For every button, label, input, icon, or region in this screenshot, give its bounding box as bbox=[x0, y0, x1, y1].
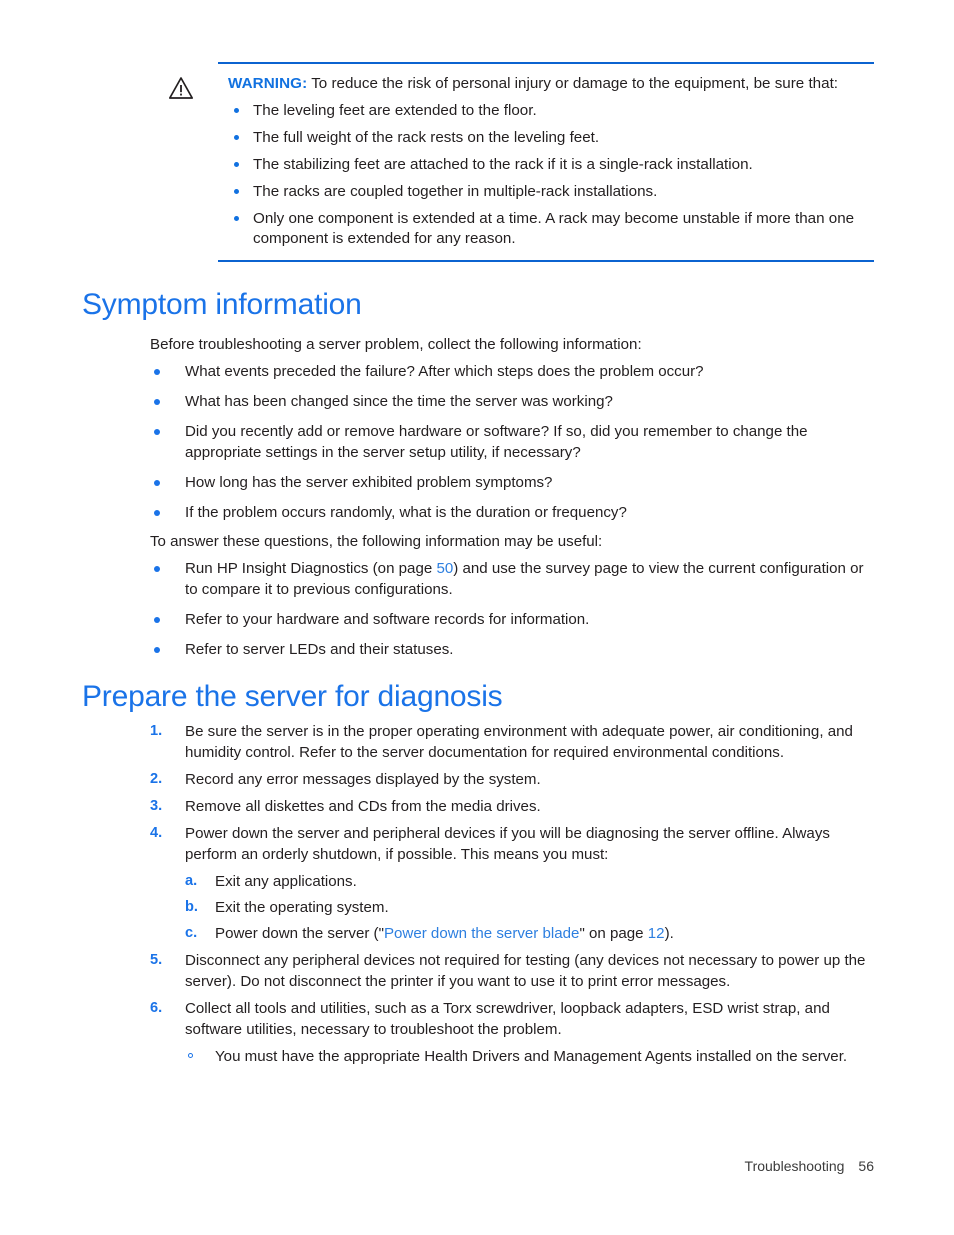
list-item-text: Did you recently add or remove hardware … bbox=[185, 423, 808, 461]
list-item: How long has the server exhibited proble… bbox=[150, 472, 874, 493]
step-number: 4. bbox=[150, 825, 163, 841]
list-item: Refer to your hardware and software reco… bbox=[150, 609, 874, 630]
prepare-substeps-list: a. Exit any applications. b. Exit the op… bbox=[185, 871, 874, 944]
list-item: Run HP Insight Diagnostics (on page 50) … bbox=[150, 558, 874, 600]
step-text: Record any error messages displayed by t… bbox=[185, 771, 541, 788]
list-item-text: What has been changed since the time the… bbox=[185, 393, 613, 410]
list-item-text: If the problem occurs randomly, what is … bbox=[185, 504, 627, 521]
page-reference-link-12[interactable]: 12 bbox=[648, 925, 665, 942]
substep-text-post: ). bbox=[664, 925, 674, 942]
symptom-question-list: What events preceded the failure? After … bbox=[150, 361, 874, 532]
document-page: WARNING: To reduce the risk of personal … bbox=[0, 0, 954, 1235]
step-number: 3. bbox=[150, 798, 163, 814]
step-item-4: 4. Power down the server and peripheral … bbox=[150, 823, 874, 944]
list-item-text: How long has the server exhibited proble… bbox=[185, 474, 553, 491]
step-item-6: 6. Collect all tools and utilities, such… bbox=[150, 998, 874, 1067]
bullet-icon bbox=[234, 134, 240, 140]
symptom-useful-info-list: Run HP Insight Diagnostics (on page 50) … bbox=[150, 558, 874, 669]
step-text: Be sure the server is in the proper oper… bbox=[185, 723, 853, 761]
bullet-icon bbox=[234, 188, 240, 194]
warning-admonition: WARNING: To reduce the risk of personal … bbox=[168, 62, 874, 262]
substep-letter: a. bbox=[185, 873, 198, 889]
step-number: 5. bbox=[150, 952, 163, 968]
warning-lead-line: WARNING: To reduce the risk of personal … bbox=[218, 73, 874, 94]
page-reference-link-50[interactable]: 50 bbox=[436, 560, 453, 577]
substep-text-pre: Power down the server (" bbox=[215, 925, 384, 942]
symptom-answer-intro-paragraph: To answer these questions, the following… bbox=[150, 533, 603, 550]
warning-list-item: Only one component is extended at a time… bbox=[218, 209, 874, 250]
warning-lead-text: To reduce the risk of personal injury or… bbox=[311, 75, 839, 92]
substep-text: Exit the operating system. bbox=[215, 899, 389, 916]
step-number: 1. bbox=[150, 723, 163, 739]
list-item-text: Refer to server LEDs and their statuses. bbox=[185, 641, 454, 658]
step-text: Power down the server and peripheral dev… bbox=[185, 825, 830, 863]
list-item-text: Refer to your hardware and software reco… bbox=[185, 611, 590, 628]
bullet-icon bbox=[234, 215, 240, 221]
bullet-icon bbox=[234, 161, 240, 167]
warning-item-text: The full weight of the rack rests on the… bbox=[253, 128, 600, 146]
step-text: Disconnect any peripheral devices not re… bbox=[185, 952, 866, 990]
warning-item-text: The leveling feet are extended to the fl… bbox=[253, 101, 537, 119]
bullet-icon bbox=[154, 646, 161, 653]
warning-label: WARNING: bbox=[228, 75, 308, 92]
bullet-icon bbox=[234, 107, 240, 113]
warning-list-item: The racks are coupled together in multip… bbox=[218, 182, 874, 203]
bullet-icon bbox=[154, 368, 161, 375]
footer-chapter-name: Troubleshooting bbox=[744, 1158, 845, 1174]
step-item-1: 1. Be sure the server is in the proper o… bbox=[150, 721, 874, 763]
list-item-text: What events preceded the failure? After … bbox=[185, 363, 704, 380]
substep-item-c: c. Power down the server ("Power down the… bbox=[185, 923, 874, 944]
list-item: What events preceded the failure? After … bbox=[150, 361, 874, 382]
list-item: Refer to server LEDs and their statuses. bbox=[150, 639, 874, 660]
symptom-intro-paragraph: Before troubleshooting a server problem,… bbox=[150, 336, 642, 353]
section-heading-symptom-information: Symptom information bbox=[82, 288, 362, 321]
substep-letter: b. bbox=[185, 899, 198, 915]
page-footer: Troubleshooting 56 bbox=[0, 1158, 874, 1174]
bullet-icon bbox=[154, 398, 161, 405]
step-number: 2. bbox=[150, 771, 163, 787]
prepare-subbullet-list: You must have the appropriate Health Dri… bbox=[185, 1046, 874, 1067]
bullet-icon bbox=[154, 509, 161, 516]
open-circle-bullet-icon bbox=[188, 1053, 193, 1058]
warning-item-text: The stabilizing feet are attached to the… bbox=[253, 155, 753, 173]
warning-item-text: The racks are coupled together in multip… bbox=[253, 182, 658, 200]
footer-page-number: 56 bbox=[858, 1158, 874, 1174]
substep-item-a: a. Exit any applications. bbox=[185, 871, 874, 892]
warning-triangle-icon bbox=[168, 76, 194, 100]
warning-list-item: The full weight of the rack rests on the… bbox=[218, 128, 874, 149]
step-text: Remove all diskettes and CDs from the me… bbox=[185, 798, 541, 815]
step-number: 6. bbox=[150, 1000, 163, 1016]
substep-item-b: b. Exit the operating system. bbox=[185, 897, 874, 918]
warning-item-list: The leveling feet are extended to the fl… bbox=[218, 101, 874, 250]
prepare-steps-list: 1. Be sure the server is in the proper o… bbox=[150, 721, 874, 1073]
warning-list-item: The stabilizing feet are attached to the… bbox=[218, 155, 874, 176]
warning-item-text: Only one component is extended at a time… bbox=[253, 209, 855, 248]
substep-text-mid: " on page bbox=[579, 925, 648, 942]
subbullet-text: You must have the appropriate Health Dri… bbox=[215, 1048, 848, 1065]
cross-reference-link-power-down-server-blade[interactable]: Power down the server blade bbox=[384, 925, 580, 942]
list-item: If the problem occurs randomly, what is … bbox=[150, 502, 874, 523]
bullet-icon bbox=[154, 428, 161, 435]
warning-list-item: The leveling feet are extended to the fl… bbox=[218, 101, 874, 122]
list-item: Did you recently add or remove hardware … bbox=[150, 421, 874, 463]
bullet-icon bbox=[154, 479, 161, 486]
list-item: What has been changed since the time the… bbox=[150, 391, 874, 412]
substep-letter: c. bbox=[185, 925, 198, 941]
step-text: Collect all tools and utilities, such as… bbox=[185, 1000, 830, 1038]
step-item-3: 3. Remove all diskettes and CDs from the… bbox=[150, 796, 874, 817]
step-item-5: 5. Disconnect any peripheral devices not… bbox=[150, 950, 874, 992]
step-item-2: 2. Record any error messages displayed b… bbox=[150, 769, 874, 790]
subbullet-item: You must have the appropriate Health Dri… bbox=[185, 1046, 874, 1067]
section-heading-prepare-server: Prepare the server for diagnosis bbox=[82, 680, 503, 713]
warning-body: WARNING: To reduce the risk of personal … bbox=[218, 62, 874, 262]
list-item-text-pre: Run HP Insight Diagnostics (on page bbox=[185, 560, 437, 577]
substep-text: Exit any applications. bbox=[215, 873, 357, 890]
bullet-icon bbox=[154, 565, 161, 572]
bullet-icon bbox=[154, 616, 161, 623]
